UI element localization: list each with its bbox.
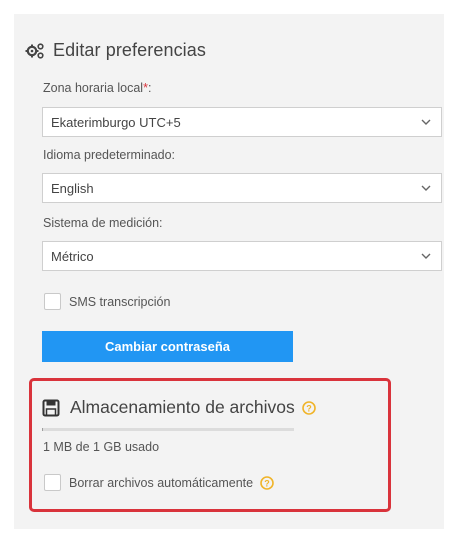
page-title: Editar preferencias bbox=[53, 40, 206, 60]
sms-label: SMS transcripción bbox=[69, 294, 171, 309]
chevron-down-icon bbox=[421, 185, 431, 191]
storage-usage-bar bbox=[42, 428, 294, 431]
measurement-value: Métrico bbox=[51, 248, 94, 264]
storage-title: Almacenamiento de archivos bbox=[70, 397, 295, 417]
language-label: Idioma predeterminado: bbox=[43, 148, 176, 162]
sms-transcription-option[interactable]: SMS transcripción bbox=[44, 293, 170, 310]
auto-delete-checkbox[interactable] bbox=[44, 474, 61, 491]
auto-delete-label: Borrar archivos automáticamente bbox=[69, 475, 254, 490]
timezone-select[interactable]: Ekaterimburgo UTC+5 bbox=[42, 107, 442, 137]
preferences-header: Editar preferencias bbox=[25, 40, 206, 61]
help-icon[interactable]: ? bbox=[260, 475, 274, 490]
timezone-value: Ekaterimburgo UTC+5 bbox=[51, 114, 181, 130]
change-password-button[interactable]: Cambiar contraseña bbox=[42, 331, 293, 362]
chevron-down-icon bbox=[421, 119, 431, 125]
measurement-select[interactable]: Métrico bbox=[42, 241, 442, 271]
language-value: English bbox=[51, 180, 94, 196]
chevron-down-icon bbox=[421, 253, 431, 259]
help-icon[interactable]: ? bbox=[301, 400, 316, 415]
storage-usage-text: 1 MB de 1 GB usado bbox=[43, 440, 160, 454]
storage-header: Almacenamiento de archivos ? bbox=[42, 397, 316, 418]
measurement-label: Sistema de medición: bbox=[43, 216, 163, 230]
svg-text:?: ? bbox=[306, 403, 312, 413]
save-icon bbox=[42, 399, 60, 416]
storage-usage-fill bbox=[42, 428, 44, 431]
timezone-label: Zona horaria local*: bbox=[43, 81, 152, 95]
auto-delete-option[interactable]: Borrar archivos automáticamente ? bbox=[44, 474, 274, 491]
svg-text:?: ? bbox=[264, 478, 270, 488]
gears-icon bbox=[25, 42, 44, 59]
sms-checkbox[interactable] bbox=[44, 293, 61, 310]
language-select[interactable]: English bbox=[42, 173, 442, 203]
